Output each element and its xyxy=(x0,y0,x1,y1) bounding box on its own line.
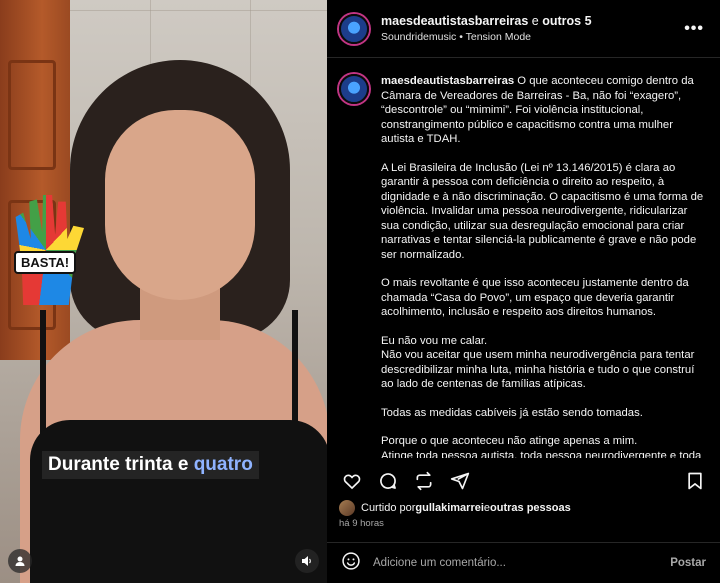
repost-button[interactable] xyxy=(413,470,435,492)
emoji-icon xyxy=(342,551,360,570)
collaborators-link[interactable]: outros 5 xyxy=(542,14,591,28)
caption-avatar[interactable] xyxy=(339,74,369,104)
tagged-users-button[interactable] xyxy=(8,549,32,573)
post-caption: maesdeautistasbarreiras O que aconteceu … xyxy=(381,75,704,458)
post-comment-button[interactable]: Postar xyxy=(670,557,706,569)
video-player[interactable]: BASTA! Durante trinta e quatro xyxy=(0,0,327,583)
subtitle-main: Durante trinta e xyxy=(48,454,194,475)
author-avatar[interactable] xyxy=(339,13,369,44)
post-timestamp[interactable]: há 9 horas xyxy=(339,518,384,529)
puzzle-hand-sticker: BASTA! xyxy=(8,195,84,305)
emoji-button[interactable] xyxy=(341,551,361,576)
person-face xyxy=(105,110,255,300)
speaker-icon xyxy=(302,556,311,566)
puzzle-hand-icon xyxy=(15,195,84,305)
post-viewer: BASTA! Durante trinta e quatro maesdeaut… xyxy=(0,0,720,583)
like-button[interactable] xyxy=(341,470,363,492)
share-icon xyxy=(450,472,470,490)
video-subtitle: Durante trinta e quatro xyxy=(42,451,259,479)
comment-composer: Postar xyxy=(327,542,720,583)
author-line: maesdeautistasbarreiras e outros 5 xyxy=(381,13,592,28)
share-button[interactable] xyxy=(449,470,471,492)
comments-scroll-area[interactable]: maesdeautistasbarreiras O que aconteceu … xyxy=(327,58,720,458)
other-likers-link[interactable]: outras pessoas xyxy=(490,502,571,514)
person-top xyxy=(30,420,327,583)
comment-icon xyxy=(380,473,396,489)
door-background xyxy=(0,0,70,360)
liked-by: Curtido por gullakimarrei e outras pesso… xyxy=(339,500,571,516)
action-bar xyxy=(327,466,720,496)
mute-button[interactable] xyxy=(295,549,319,573)
bookmark-icon xyxy=(688,472,702,490)
audio-info[interactable]: Soundridemusic • Tension Mode xyxy=(381,29,680,45)
save-button[interactable] xyxy=(684,470,706,492)
repost-icon xyxy=(416,471,432,491)
comment-button[interactable] xyxy=(377,470,399,492)
more-options-button[interactable]: ••• xyxy=(680,20,708,38)
person-icon xyxy=(15,556,25,566)
liker-username[interactable]: gullakimarrei xyxy=(415,502,483,514)
heart-icon xyxy=(343,474,361,490)
post-header: maesdeautistasbarreiras e outros 5 Sound… xyxy=(327,0,720,58)
more-options-icon: ••• xyxy=(684,19,704,37)
post-details-panel: maesdeautistasbarreiras e outros 5 Sound… xyxy=(327,0,720,583)
author-username[interactable]: maesdeautistasbarreiras xyxy=(381,14,528,28)
comment-input[interactable] xyxy=(373,557,671,569)
subtitle-accent: quatro xyxy=(193,454,253,475)
caption-username[interactable]: maesdeautistasbarreiras xyxy=(381,75,514,87)
sticker-label: BASTA! xyxy=(14,251,77,274)
liker-avatar[interactable] xyxy=(339,500,355,516)
